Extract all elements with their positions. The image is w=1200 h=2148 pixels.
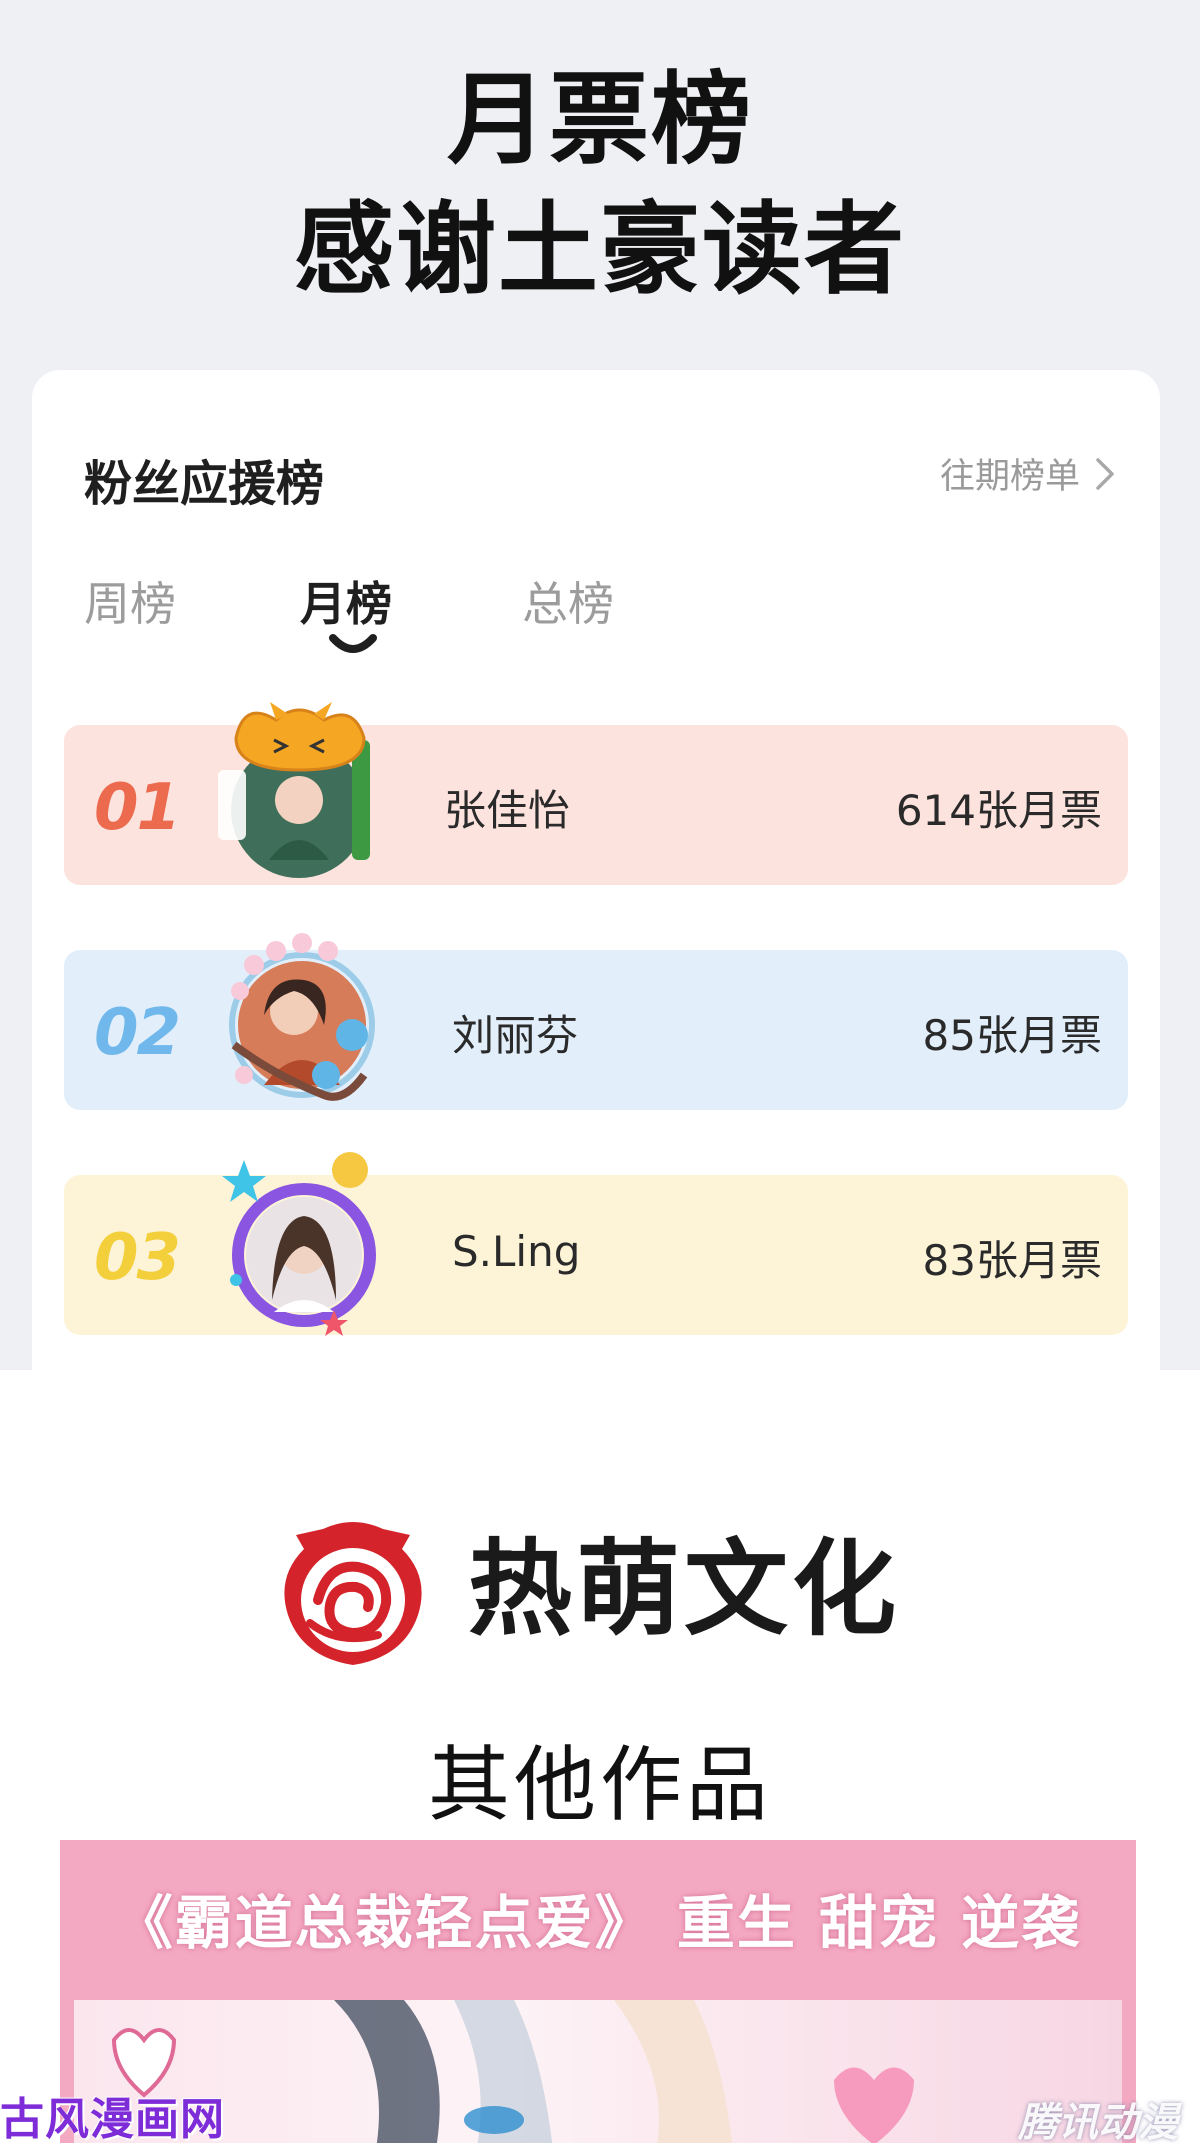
chevron-right-icon (1096, 457, 1114, 490)
remeng-logo (268, 1505, 438, 1675)
rank-number: 03 (94, 1221, 181, 1295)
brand-name: 热萌文化 (468, 1528, 901, 1650)
rank-number: 02 (94, 996, 181, 1070)
avatar (214, 925, 384, 1115)
fan-support-card: 粉丝应援榜 往期榜单 周榜 月榜 总榜 01 张佳怡 614张月票 02 刘丽芬… (32, 370, 1160, 1370)
rank-row-1[interactable]: 01 张佳怡 614张月票 (64, 702, 1128, 885)
avatar (214, 700, 384, 890)
vote-count: 614张月票 (895, 786, 1102, 835)
promo-artwork (74, 2000, 1122, 2143)
tab-weekly[interactable]: 周榜 (84, 568, 176, 634)
rank-row-2[interactable]: 02 刘丽芬 85张月票 (64, 933, 1128, 1110)
other-works-heading: 其他作品 (427, 1738, 772, 1833)
top-section: 月票榜 感谢土豪读者 粉丝应援榜 往期榜单 周榜 月榜 总榜 01 张佳怡 61… (0, 0, 1200, 1370)
reader-name: 刘丽芬 (452, 1011, 579, 1060)
watermark-left: 古风漫画网 (0, 2094, 225, 2145)
tab-total[interactable]: 总榜 (522, 568, 614, 634)
avatar (214, 1150, 384, 1340)
watermark-right: 腾讯动漫 (1018, 2100, 1178, 2146)
history-list-link[interactable]: 往期榜单 (940, 448, 1116, 499)
tab-monthly[interactable]: 月榜 (300, 568, 392, 634)
rank-row-3[interactable]: 03 S.Ling 83张月票 (64, 1152, 1128, 1336)
promo-title: 《霸道总裁轻点爱》 重生 甜宠 逆袭 (114, 1889, 1082, 1957)
vote-count: 85张月票 (922, 1011, 1102, 1060)
active-tab-indicator (329, 634, 377, 653)
headline-thanks: 感谢土豪读者 (294, 191, 906, 308)
headline-monthly-ranking: 月票榜 (447, 61, 753, 178)
vote-count: 83张月票 (922, 1236, 1102, 1285)
card-title: 粉丝应援榜 (84, 456, 325, 512)
history-list-label: 往期榜单 (939, 457, 1080, 497)
rank-number: 01 (94, 771, 181, 845)
reader-name: 张佳怡 (444, 786, 571, 835)
reader-name: S.Ling (452, 1227, 581, 1276)
